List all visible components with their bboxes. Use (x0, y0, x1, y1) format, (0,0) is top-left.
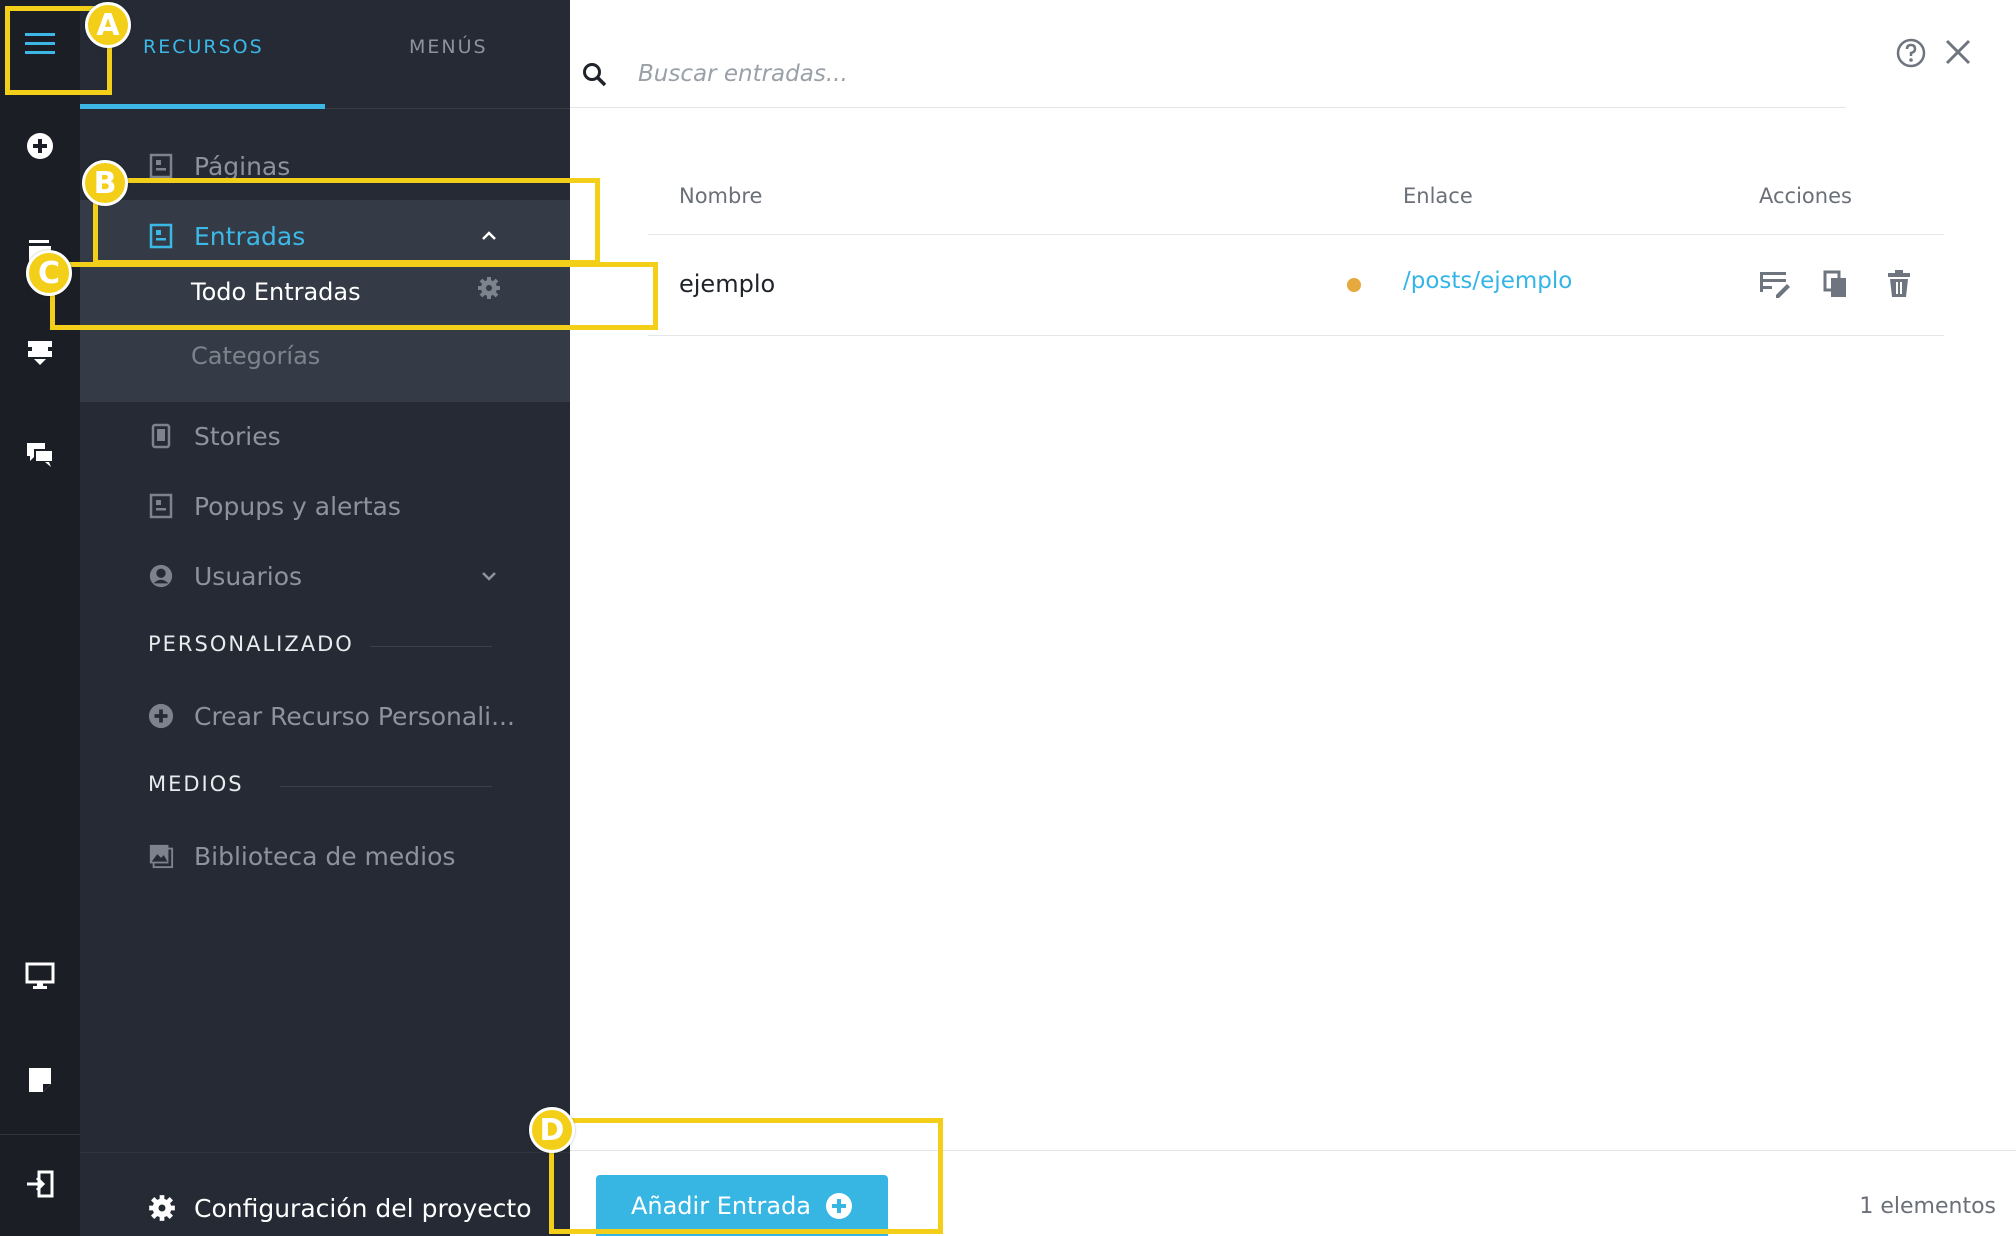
annotation-badge-d: D (529, 1107, 575, 1153)
exit-rail-button[interactable] (0, 1144, 80, 1224)
icon-rail (0, 0, 80, 1236)
annotation-badge-b: B (82, 160, 128, 206)
column-header-actions: Acciones (1759, 184, 1852, 208)
plus-circle-icon (27, 133, 53, 159)
section-divider (280, 786, 492, 787)
highlight-box-b (93, 178, 600, 265)
nav-item-stories[interactable]: Stories (80, 402, 570, 470)
trash-icon (1888, 270, 1910, 297)
nav-item-media-library[interactable]: Biblioteca de medios (80, 822, 570, 890)
nav-label-stories: Stories (194, 421, 281, 451)
chevron-down-icon (482, 572, 496, 581)
delete-button[interactable] (1883, 268, 1915, 300)
active-tab-indicator (80, 104, 325, 109)
plus-circle-icon (148, 703, 174, 729)
search-bar (570, 40, 1846, 108)
submenu-label-categories: Categorías (191, 342, 321, 370)
status-dot (1347, 278, 1361, 292)
rail-divider (0, 1134, 80, 1135)
main-content: Nombre Enlace Acciones ejemplo /posts/ej… (570, 0, 2016, 1236)
tablet-icon (148, 423, 174, 449)
nav-label-pages: Páginas (194, 151, 291, 181)
chat-bubbles-icon (27, 443, 54, 467)
nav-item-popups[interactable]: Popups y alertas (80, 472, 570, 540)
section-heading-custom: PERSONALIZADO (148, 632, 354, 656)
copy-icon (1823, 270, 1846, 297)
submenu-item-categories[interactable]: Categorías (80, 326, 570, 388)
entry-name[interactable]: ejemplo (679, 270, 775, 298)
nav-item-create-custom[interactable]: Crear Recurso Personali... (80, 682, 570, 750)
project-settings-button[interactable]: Configuración del proyecto (80, 1174, 570, 1236)
section-heading-media: MEDIOS (148, 772, 244, 796)
gear-icon (149, 1195, 175, 1221)
highlight-box-c (50, 262, 658, 330)
tab-resources[interactable]: RECURSOS (143, 36, 264, 58)
header-divider (648, 234, 1944, 235)
item-count: 1 elementos (1859, 1194, 1996, 1219)
entry-link[interactable]: /posts/ejemplo (1403, 268, 1572, 294)
project-settings-label: Configuración del proyecto (194, 1193, 532, 1223)
search-icon (583, 63, 607, 87)
panel-divider (80, 1152, 570, 1153)
edit-button[interactable] (1758, 268, 1790, 300)
images-icon (148, 843, 174, 869)
exit-icon (27, 1170, 54, 1198)
page-icon (148, 153, 174, 179)
section-divider (370, 646, 492, 647)
monitor-icon (25, 962, 55, 989)
search-input[interactable] (638, 54, 1738, 94)
annotation-badge-a: A (85, 2, 131, 48)
tab-menus[interactable]: MENÚS (409, 36, 488, 58)
column-header-link[interactable]: Enlace (1403, 184, 1473, 208)
nav-label-users: Usuarios (194, 561, 303, 591)
highlight-box-d (549, 1118, 943, 1234)
sticky-note-icon (29, 1068, 51, 1092)
nav-label-media-library: Biblioteca de medios (194, 841, 456, 871)
row-divider (648, 335, 1944, 336)
app-window: RECURSOS MENÚS Páginas Entradas Todo Ent… (0, 0, 2016, 1236)
nav-label-popups: Popups y alertas (194, 491, 401, 521)
help-icon[interactable] (1895, 37, 1927, 69)
add-element-button[interactable] (0, 106, 80, 186)
notes-rail-button[interactable] (0, 1040, 80, 1120)
popup-icon (148, 493, 174, 519)
duplicate-button[interactable] (1820, 268, 1852, 300)
close-icon[interactable] (1943, 37, 1973, 67)
database-icon (28, 341, 52, 365)
preview-rail-button[interactable] (0, 936, 80, 1016)
column-header-name[interactable]: Nombre (679, 184, 762, 208)
edit-icon (1760, 272, 1790, 298)
comments-rail-button[interactable] (0, 414, 80, 494)
annotation-badge-c: C (26, 250, 72, 296)
nav-item-users[interactable]: Usuarios (80, 542, 570, 610)
user-circle-icon (148, 563, 174, 589)
nav-label-create-custom: Crear Recurso Personali... (194, 701, 515, 731)
